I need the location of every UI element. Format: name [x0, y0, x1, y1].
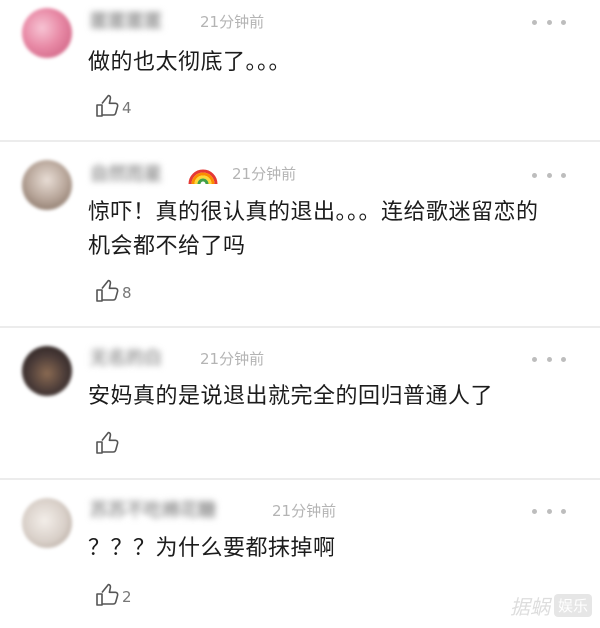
- timestamp: 21分钟前: [200, 350, 265, 368]
- avatar[interactable]: [22, 160, 72, 210]
- timestamp: 21分钟前: [232, 165, 297, 183]
- timestamp: 21分钟前: [200, 13, 265, 31]
- thumbs-up-icon: [96, 279, 119, 302]
- username[interactable]: 无名的白: [90, 346, 162, 372]
- more-dots-icon[interactable]: [532, 506, 566, 516]
- watermark: 据蜗 娱乐: [510, 591, 592, 620]
- more-dots-icon[interactable]: [532, 354, 566, 364]
- avatar[interactable]: [22, 346, 72, 396]
- rainbow-emoji-icon: [188, 158, 218, 188]
- comment-text: 做的也太彻底了。。。: [88, 50, 292, 75]
- like-button[interactable]: [94, 430, 122, 456]
- like-button[interactable]: 2: [94, 582, 132, 608]
- like-count: 2: [122, 588, 132, 606]
- watermark-text: 据蜗: [509, 595, 550, 619]
- thumbs-up-icon: [96, 431, 119, 454]
- comment-text: 安妈真的是说退出就完全的回归普通人了: [88, 384, 494, 409]
- comment-item: 无名的白 21分钟前 安妈真的是说退出就完全的回归普通人了: [0, 328, 600, 478]
- avatar[interactable]: [22, 498, 72, 548]
- more-dots-icon[interactable]: [532, 170, 566, 180]
- username[interactable]: 自然而星: [90, 162, 162, 188]
- like-count: 4: [122, 99, 132, 117]
- comment-text: 惊吓！真的很认真的退出。。。连给歌迷留恋的机会都不给了吗: [88, 200, 539, 259]
- like-count: 8: [122, 284, 132, 302]
- username[interactable]: 匿匿匿匿: [90, 9, 162, 35]
- comment-item: 匿匿匿匿 21分钟前 做的也太彻底了。。。 4: [0, 0, 600, 140]
- like-button[interactable]: 8: [94, 278, 132, 304]
- more-dots-icon[interactable]: [532, 17, 566, 27]
- like-button[interactable]: 4: [94, 93, 132, 119]
- thumbs-up-icon: [96, 94, 119, 117]
- comment-text: ？？？为什么要都抹掉啊: [88, 536, 336, 561]
- username[interactable]: 苏苏不吃棉花糖: [90, 498, 216, 524]
- timestamp: 21分钟前: [272, 502, 337, 520]
- watermark-badge: 娱乐: [553, 594, 592, 617]
- thumbs-up-icon: [96, 583, 119, 606]
- comment-item: 自然而星 21分钟前 惊吓！真的很认真的退出。。。连给歌迷留恋的机会都不给了吗 …: [0, 142, 600, 326]
- avatar[interactable]: [22, 8, 72, 58]
